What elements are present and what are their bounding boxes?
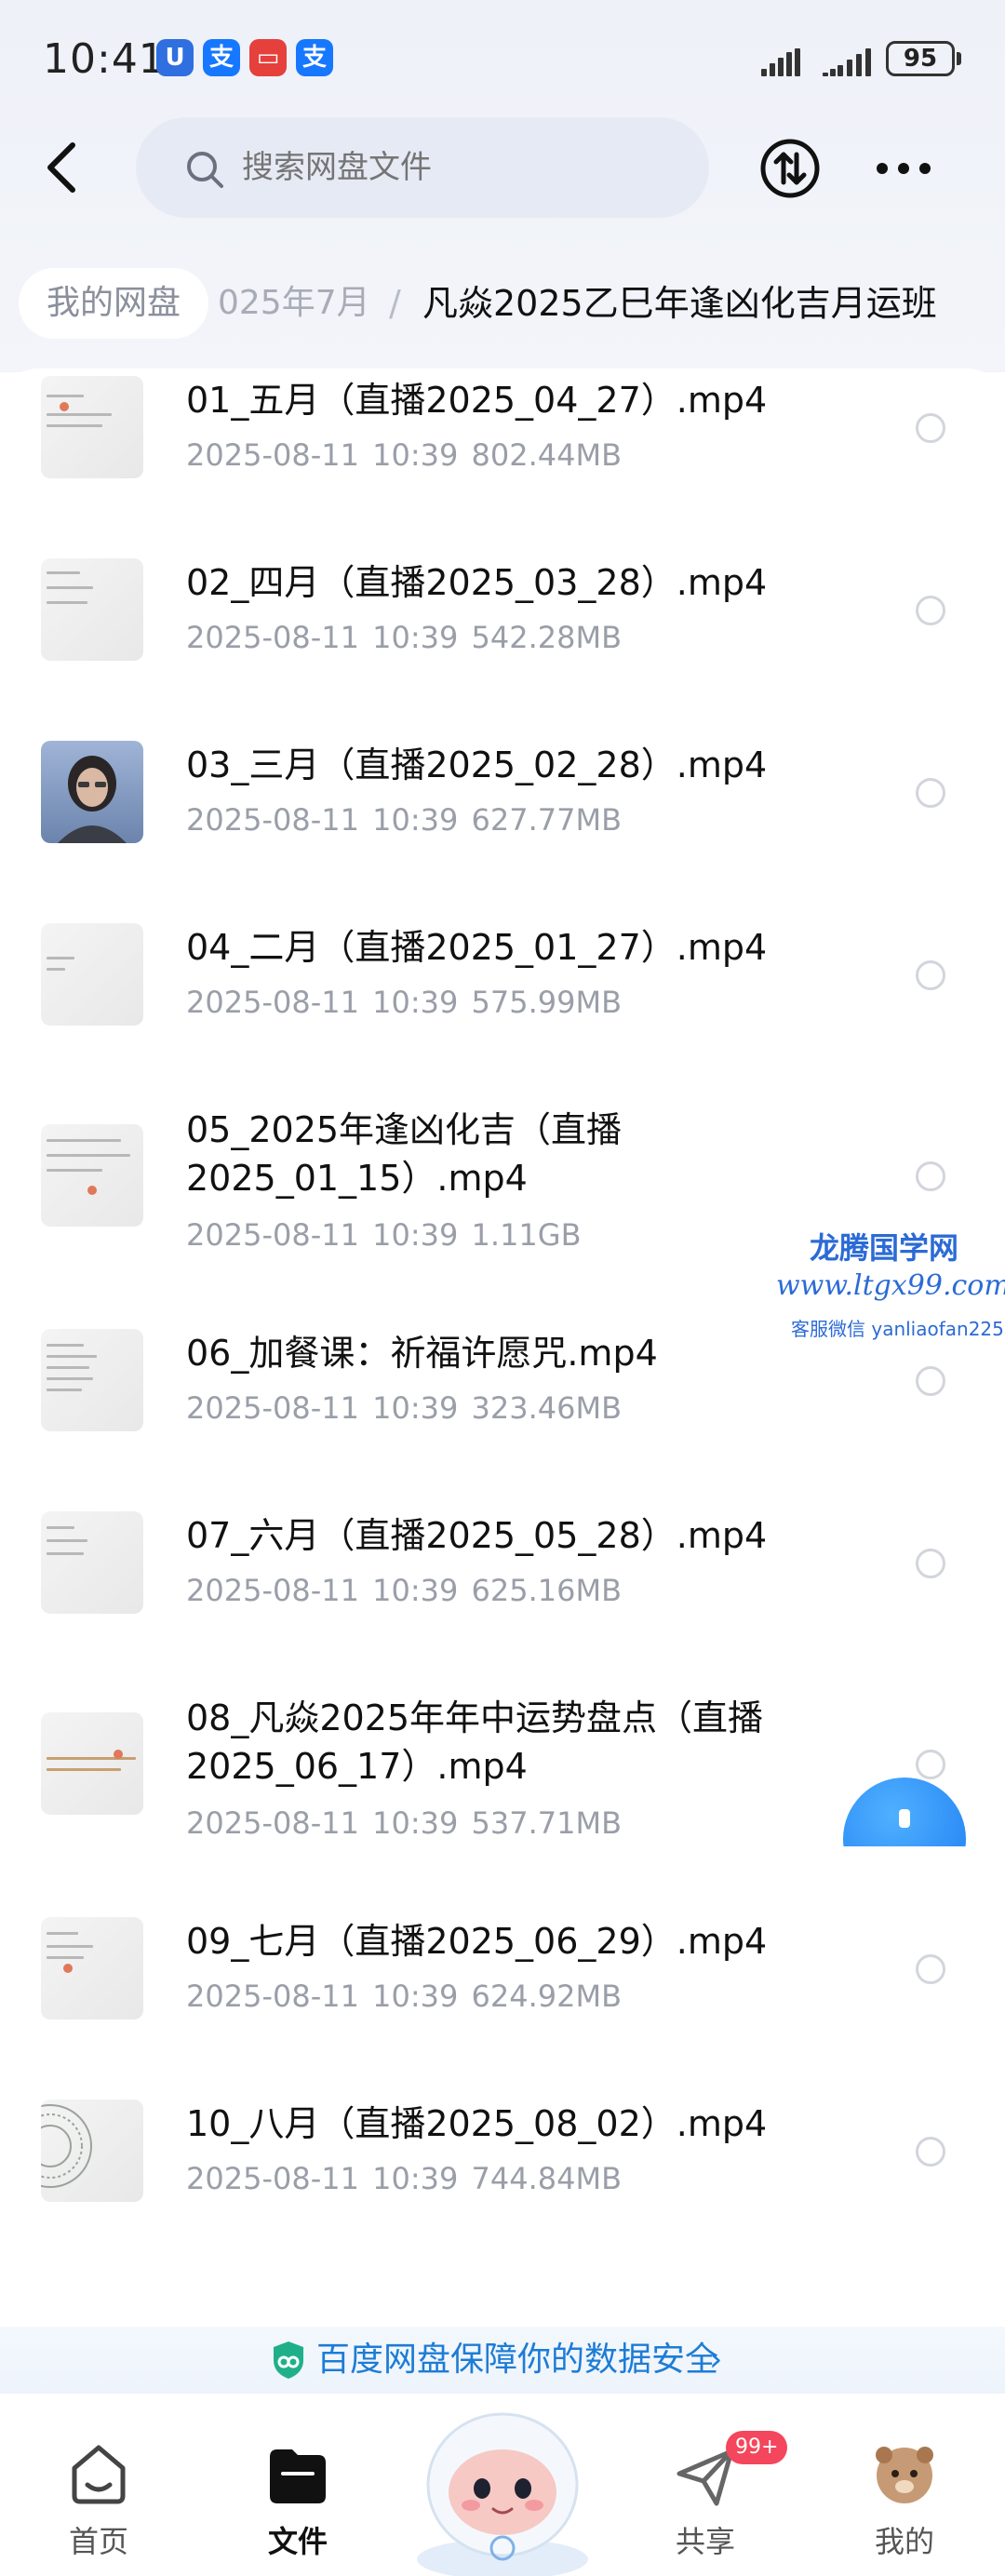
nav-label-share: 共享: [675, 2524, 735, 2559]
nav-label-files: 文件: [267, 2524, 328, 2559]
shield-icon: [274, 2341, 303, 2379]
message-app-icon: ▭: [249, 39, 287, 76]
avatar-icon: [876, 2447, 933, 2503]
nav-item-mine[interactable]: 我的: [830, 2420, 979, 2576]
security-banner[interactable]: 百度网盘保障你的数据安全 ›: [0, 2327, 1005, 2394]
mascot-assistant-button[interactable]: [400, 2395, 605, 2576]
search-box[interactable]: [136, 117, 709, 218]
breadcrumb: 我的网盘 025年7月 / 凡焱2025乙巳年逢凶化吉月运班: [0, 262, 1005, 346]
list-item[interactable]: 09_七月（直播2025_06_29）.mp4 2025-08-11 10:39…: [0, 1910, 1005, 2092]
file-name: 05_2025年逢凶化吉（直播2025_01_15）.mp4: [186, 1109, 623, 1199]
file-name: 06_加餐课：祈福许愿咒.mp4: [186, 1333, 658, 1374]
video-thumbnail: [41, 376, 143, 478]
select-radio[interactable]: [916, 413, 945, 443]
video-thumbnail: [41, 1917, 143, 2019]
signal-icon: [761, 48, 802, 76]
breadcrumb-parent[interactable]: 025年7月: [218, 268, 370, 339]
breadcrumb-home[interactable]: 我的网盘: [19, 268, 209, 339]
file-name: 04_二月（直播2025_01_27）.mp4: [186, 927, 768, 968]
more-button[interactable]: [871, 138, 936, 199]
nav-label-home: 首页: [68, 2524, 128, 2559]
video-thumbnail: [41, 1124, 143, 1227]
file-name: 03_三月（直播2025_02_28）.mp4: [186, 745, 768, 785]
battery-icon: 95: [886, 41, 955, 76]
watermark-url: www.ltgx99.com: [776, 1269, 1005, 1302]
mascot-icon: [417, 2412, 588, 2576]
list-item[interactable]: 03_三月（直播2025_02_28）.mp4 2025-08-11 10:39…: [0, 733, 1005, 916]
video-thumbnail: [41, 741, 143, 843]
file-meta: 2025-08-11 10:39 537.71MB: [186, 1805, 623, 1841]
file-name: 07_六月（直播2025_05_28）.mp4: [186, 1515, 768, 1556]
nav-label-mine: 我的: [874, 2524, 934, 2559]
video-thumbnail: [41, 1329, 143, 1431]
chevron-left-icon: [47, 142, 75, 193]
security-text: 百度网盘保障你的数据安全: [316, 2341, 719, 2379]
alipay-icon: 支: [203, 39, 240, 76]
folder-icon: [270, 2449, 326, 2503]
file-meta: 2025-08-11 10:39 627.77MB: [186, 802, 623, 838]
file-name: 09_七月（直播2025_06_29）.mp4: [186, 1921, 768, 1962]
nav-item-files[interactable]: 文件: [223, 2420, 372, 2576]
file-meta: 2025-08-11 10:39 323.46MB: [186, 1390, 623, 1426]
status-time: 10:41: [43, 35, 166, 83]
list-item[interactable]: 07_六月（直播2025_05_28）.mp4 2025-08-11 10:39…: [0, 1504, 1005, 1686]
video-thumbnail: [41, 1712, 143, 1815]
list-item[interactable]: 02_四月（直播2025_03_28）.mp4 2025-08-11 10:39…: [0, 551, 1005, 733]
video-thumbnail: [41, 558, 143, 661]
person-thumbnail-icon: [58, 756, 127, 843]
back-button[interactable]: [34, 138, 93, 197]
list-item[interactable]: 10_八月（直播2025_08_02）.mp4 2025-08-11 10:39…: [0, 2092, 1005, 2274]
home-icon: [72, 2445, 126, 2504]
watermark-contact: 客服微信 yanliaofan225: [791, 1318, 1004, 1340]
status-bar: 10:41 U 支 ▭ 支 95: [0, 0, 1005, 121]
select-radio[interactable]: [916, 1366, 945, 1396]
file-meta: 2025-08-11 10:39 802.44MB: [186, 437, 623, 473]
list-item[interactable]: 06_加餐课：祈福许愿咒.mp4 2025-08-11 10:39 323.46…: [0, 1322, 1005, 1504]
select-radio[interactable]: [916, 778, 945, 808]
file-meta: 2025-08-11 10:39 744.84MB: [186, 2161, 623, 2196]
astrology-chart-thumbnail-icon: [41, 2104, 92, 2188]
search-icon: [187, 152, 223, 188]
select-radio[interactable]: [916, 2137, 945, 2167]
video-thumbnail: [41, 923, 143, 1026]
transfer-icon: [760, 139, 820, 198]
list-item[interactable]: 01_五月（直播2025_04_27）.mp4 2025-08-11 10:39…: [0, 369, 1005, 551]
watermark-title: 龙腾国学网: [810, 1230, 959, 1266]
share-badge: 99+: [726, 2431, 788, 2464]
chevron-right-icon: ›: [709, 2341, 723, 2379]
select-radio[interactable]: [916, 960, 945, 990]
file-name: 08_凡焱2025年年中运势盘点（直播2025_06_17）.mp4: [186, 1697, 764, 1787]
select-radio[interactable]: [916, 596, 945, 625]
file-name: 01_五月（直播2025_04_27）.mp4: [186, 380, 768, 421]
file-name: 10_八月（直播2025_08_02）.mp4: [186, 2103, 768, 2144]
breadcrumb-current: 凡焱2025乙巳年逢凶化吉月运班: [422, 283, 937, 324]
select-radio[interactable]: [916, 1161, 945, 1191]
search-input[interactable]: [242, 117, 689, 218]
breadcrumb-separator: /: [389, 283, 401, 324]
select-radio[interactable]: [916, 1750, 945, 1779]
plus-icon: [899, 1809, 910, 1828]
more-dots-icon: [877, 163, 931, 174]
select-radio[interactable]: [916, 1549, 945, 1578]
file-meta: 2025-08-11 10:39 542.28MB: [186, 620, 623, 655]
file-name: 02_四月（直播2025_03_28）.mp4: [186, 562, 768, 603]
alipay-icon-2: 支: [296, 39, 333, 76]
file-meta: 2025-08-11 10:39 1.11GB: [186, 1217, 582, 1253]
transfer-button[interactable]: [759, 138, 821, 199]
file-meta: 2025-08-11 10:39 575.99MB: [186, 985, 623, 1020]
signal-icon-2: [823, 48, 873, 76]
list-item[interactable]: 04_二月（直播2025_01_27）.mp4 2025-08-11 10:39…: [0, 916, 1005, 1098]
video-thumbnail: [41, 2100, 143, 2202]
select-radio[interactable]: [916, 1954, 945, 1984]
list-item[interactable]: 08_凡焱2025年年中运势盘点（直播2025_06_17）.mp4 2025-…: [0, 1686, 1005, 1910]
file-meta: 2025-08-11 10:39 625.16MB: [186, 1573, 623, 1608]
security-app-icon: U: [156, 39, 194, 76]
file-list: 01_五月（直播2025_04_27）.mp4 2025-08-11 10:39…: [0, 369, 1005, 2341]
nav-item-home[interactable]: 首页: [24, 2420, 173, 2576]
video-thumbnail: [41, 1511, 143, 1614]
file-meta: 2025-08-11 10:39 624.92MB: [186, 1979, 623, 2014]
